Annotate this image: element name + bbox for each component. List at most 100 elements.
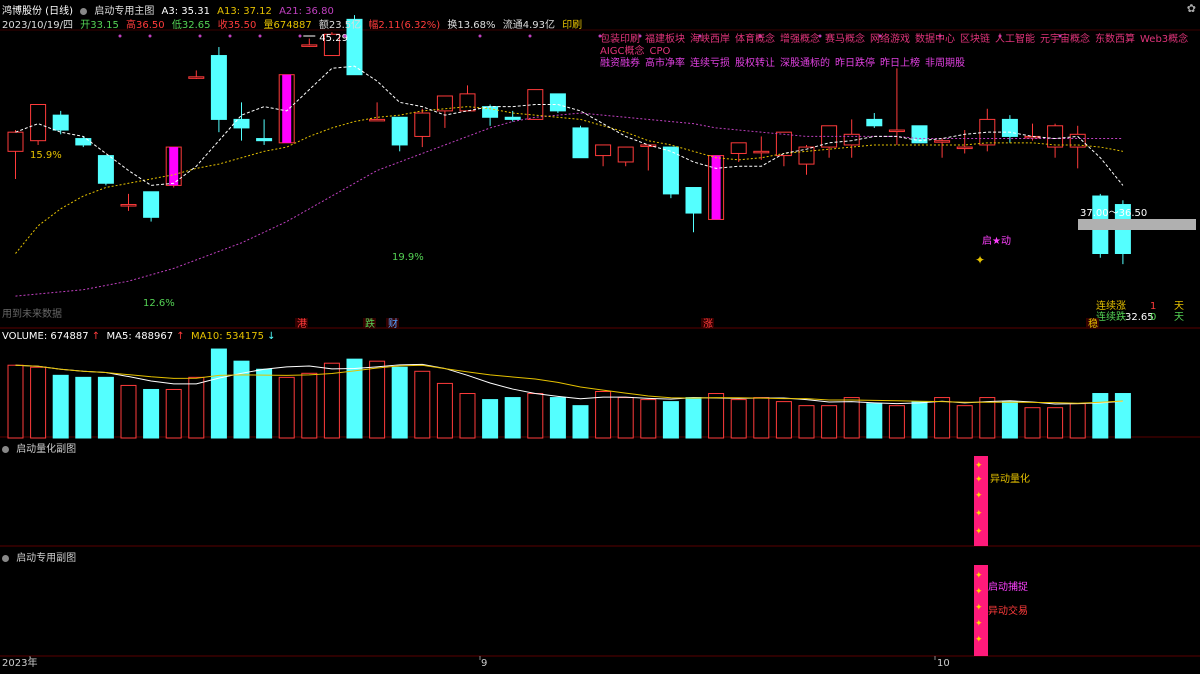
stock-name[interactable]: 鸿博股份 (日线) [2, 2, 73, 17]
volume-bar [934, 397, 951, 439]
volume-bar [549, 397, 566, 439]
concept-tag[interactable]: 人工智能 [995, 34, 1035, 45]
volume-bar [459, 393, 476, 439]
concept-tag[interactable]: 福建板块 [645, 34, 685, 45]
sub-panel-2-title[interactable]: 启动专用副图 [16, 553, 76, 564]
ma21-line [15, 112, 1123, 297]
concept-tag[interactable]: 昨日上榜 [880, 58, 920, 69]
volume-bar [414, 370, 431, 439]
volume-bar [1092, 393, 1109, 439]
volume-bar [911, 401, 928, 439]
volume-bar [662, 401, 679, 439]
volume-bar [97, 376, 114, 439]
peak-label: 45.29 [319, 33, 348, 44]
limit-up-bar [169, 147, 179, 186]
volume-bar [1001, 401, 1018, 439]
candle-body [414, 112, 431, 137]
volume-header: VOLUME: 674887 ↑ MA5: 488967 ↑ MA10: 534… [2, 331, 276, 342]
top-dot-marker [118, 34, 122, 38]
volume-bar [1069, 403, 1086, 439]
concept-tag[interactable]: 昨日跌停 [835, 58, 875, 69]
range-label: 37.00～36.50 [1080, 208, 1147, 219]
concept-tag[interactable]: 深股通标的 [780, 58, 830, 69]
future-data-note: 用到未来数据 [2, 307, 62, 320]
volume-bar [504, 397, 521, 439]
turnover-value: 换13.68% [447, 20, 496, 31]
candle-body [662, 146, 679, 195]
top-icons: ✿ [1187, 2, 1196, 15]
candle-body [753, 150, 770, 154]
concept-tag[interactable]: 非周期股 [925, 58, 965, 69]
volume-bar [617, 397, 634, 439]
candle-body [730, 142, 747, 154]
concept-tag[interactable]: 区块链 [960, 34, 990, 45]
concept-tag[interactable]: 包装印刷 [600, 34, 640, 45]
mark-die: 跌 [365, 317, 375, 330]
concept-tag[interactable]: 体育概念 [735, 34, 775, 45]
concept-tag[interactable]: 连续亏损 [690, 58, 730, 69]
signal-icon: ✦ [975, 635, 983, 645]
candle-body [143, 191, 160, 218]
volume-bar [188, 376, 205, 439]
concept-tags-row2: 融资融券 高市净率 连续亏损 股权转让 深股通标的 昨日跌停 昨日上榜 非周期股 [600, 58, 1200, 70]
candle-body [52, 114, 69, 131]
concept-tag[interactable]: AIGC概念 [600, 46, 645, 57]
volume-bar [7, 364, 24, 439]
volume-bar [956, 405, 973, 439]
x-label-year: 2023年 [2, 656, 37, 669]
candle-body [1047, 125, 1064, 148]
concept-tag[interactable]: Web3概念 [1140, 34, 1188, 45]
candle-body [979, 118, 996, 146]
volume-bar [1114, 393, 1131, 439]
up-arrow-icon: ↑ [176, 331, 185, 342]
concept-tag[interactable]: 股权转让 [735, 58, 775, 69]
concept-tag[interactable]: 东数西算 [1095, 34, 1135, 45]
candle-body [1001, 118, 1018, 137]
volume-bar [527, 393, 544, 439]
volume-value: 量674887 [263, 20, 312, 31]
concept-tags: 包装印刷 福建板块 海峡西岸 体育概念 增强概念 赛马概念 网络游戏 数据中心 区块链 人工智能元… [600, 34, 1200, 70]
volume-bar [256, 368, 273, 439]
panel-dot-icon [2, 554, 9, 562]
volume-bar [30, 366, 47, 439]
volume-bar [52, 374, 69, 439]
volume-bar [730, 399, 747, 439]
concept-tag[interactable]: 海峡西岸 [690, 34, 730, 45]
candle-body [7, 131, 24, 152]
concept-tag[interactable]: 高市净率 [645, 58, 685, 69]
volume-bar [640, 399, 657, 439]
start-label: 启★动 [982, 234, 1011, 247]
candle-body [188, 76, 205, 79]
concept-tag[interactable]: 赛马概念 [825, 34, 865, 45]
concept-tag[interactable]: 网络游戏 [870, 34, 910, 45]
signal-icon: ✦ [975, 527, 983, 537]
top-dot-marker [528, 34, 532, 38]
indicator-name[interactable]: 启动专用主图 [94, 2, 154, 17]
butterfly-icon: ✦ [975, 253, 985, 267]
gear-icon[interactable]: ✿ [1187, 2, 1196, 15]
volume-bar [821, 405, 838, 439]
concept-tag[interactable]: 增强概念 [780, 34, 820, 45]
candle-body [888, 129, 905, 133]
volume-bar [888, 405, 905, 439]
header-bar: 鸿博股份 (日线) 启动专用主图 A3: 35.31 A13: 37.12 A2… [0, 0, 1200, 31]
high-value: 高36.50 [126, 20, 165, 31]
sub-panel-2-header: 启动专用副图 [2, 549, 76, 564]
mark-cai: 财 [388, 317, 398, 330]
print-label: 印刷 [562, 20, 583, 31]
concept-tag[interactable]: CPO [650, 46, 671, 57]
concept-tag[interactable]: 数据中心 [915, 34, 955, 45]
volume-bar [708, 393, 725, 439]
top-dot-marker [343, 34, 347, 38]
volume-bar [1024, 407, 1041, 439]
sub-panel-1-title[interactable]: 启动量化副图 [16, 444, 76, 455]
concept-tag[interactable]: 元宇宙概念 [1040, 34, 1090, 45]
up-arrow-icon: ↑ [91, 331, 101, 342]
mark-gang: 港 [297, 318, 307, 330]
signal-label-quant: 异动量化 [990, 472, 1030, 485]
volume-bar [391, 366, 408, 439]
pct-126-label: 12.6% [143, 298, 175, 309]
volume-bar [143, 388, 160, 439]
concept-tag[interactable]: 融资融券 [600, 58, 640, 69]
candle-body [775, 131, 792, 157]
